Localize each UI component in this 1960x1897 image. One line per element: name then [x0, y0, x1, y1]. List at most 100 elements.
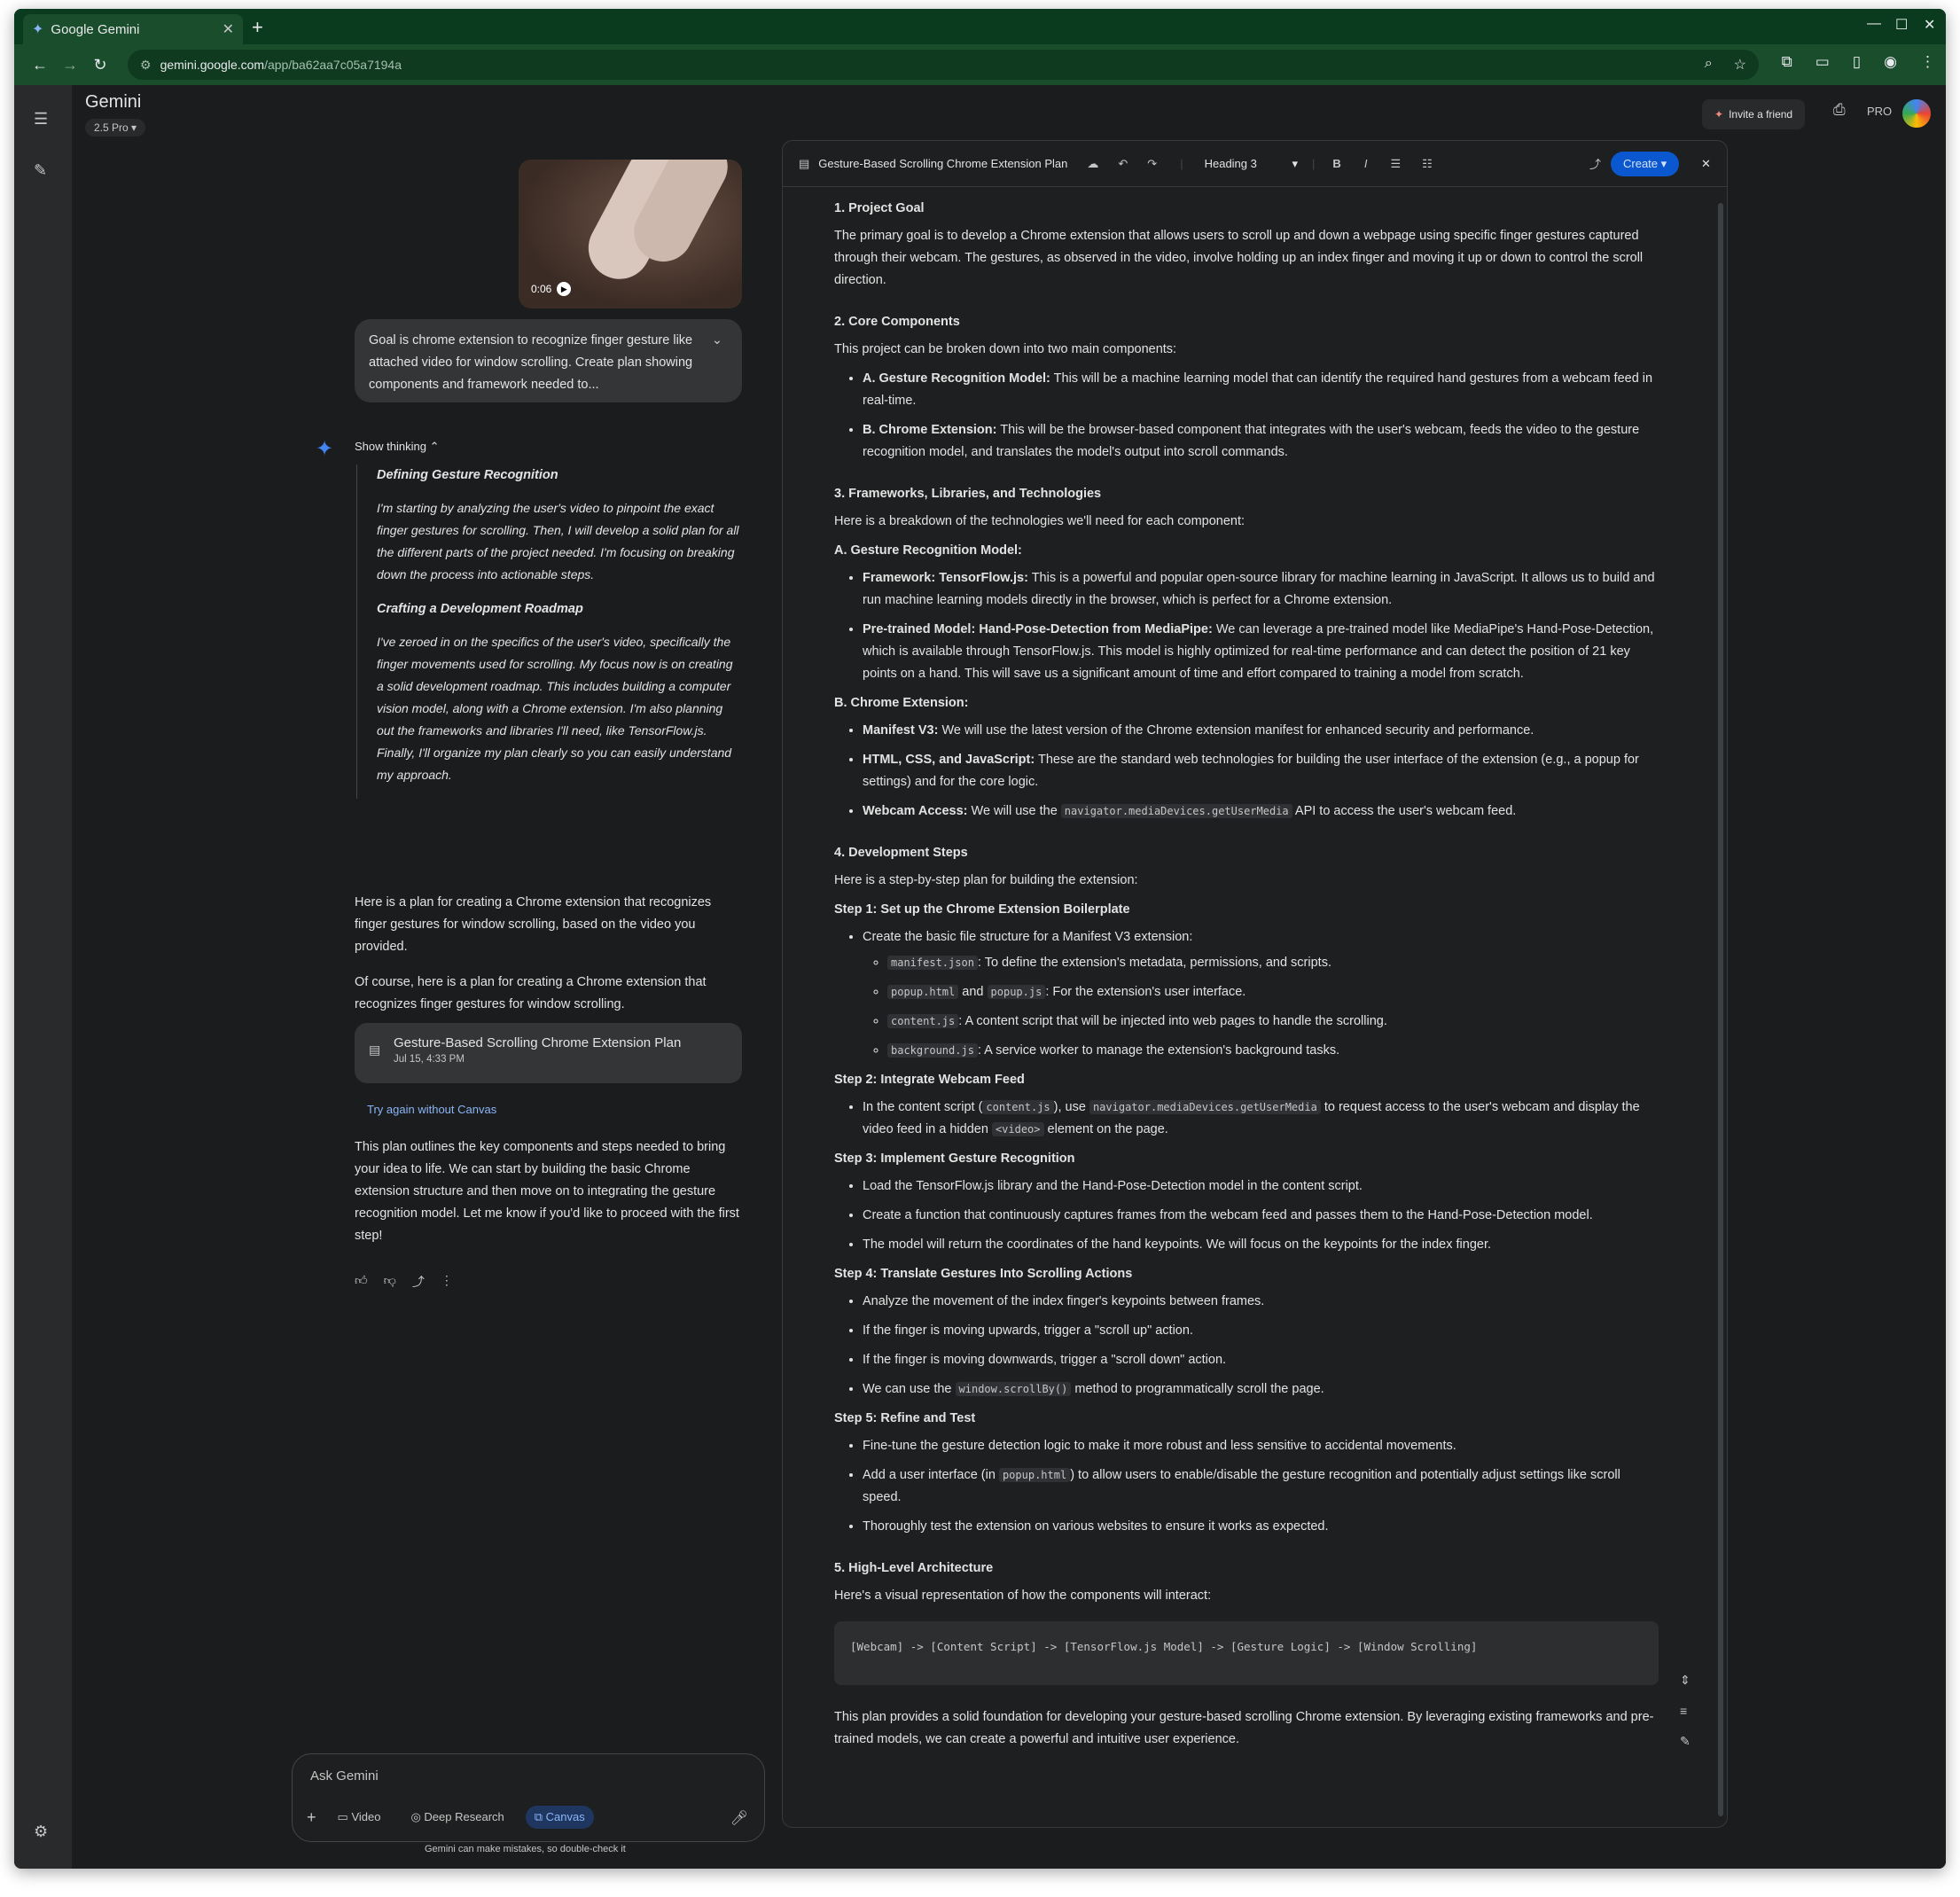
maximize-icon[interactable]: ☐ [1895, 16, 1908, 34]
video-tool-button[interactable]: ▭ Video [329, 1806, 390, 1829]
list-item: Thoroughly test the extension on various… [863, 1516, 1659, 1538]
cast-icon[interactable]: ▭ [1816, 53, 1830, 71]
text-style-select[interactable]: Heading 3 ▾ [1205, 157, 1298, 171]
invite-friend-button[interactable]: ✦ Invite a friend [1702, 99, 1806, 129]
list-item: If the finger is moving downwards, trigg… [863, 1349, 1659, 1371]
browser-menu-icon[interactable]: ⋮ [1920, 53, 1935, 71]
canvas-tool-button[interactable]: ⧉ Canvas [525, 1806, 594, 1829]
paragraph: The primary goal is to develop a Chrome … [834, 229, 1644, 287]
thinking-text: I'm starting by analyzing the user's vid… [377, 501, 739, 582]
list: Create the basic file structure for a Ma… [863, 926, 1659, 1062]
section-heading: 3. Frameworks, Libraries, and Technologi… [834, 487, 1102, 501]
gemini-app: ☰ ✎ ⚙ Gemini 2.5 Pro ▾ ✦ Invite a friend … [14, 85, 1946, 1869]
thinking-heading: Crafting a Development Roadmap [377, 602, 583, 616]
gemini-sparkle-icon: ✦ [316, 437, 334, 461]
scrollbar[interactable] [1718, 203, 1723, 1816]
list-item: B. Chrome Extension: This will be the br… [863, 419, 1659, 464]
browser-window: ✦ Google Gemini ✕ + — ☐ ✕ ← → ↻ ⚙ gemini… [14, 9, 1946, 1869]
url-host: gemini.google.com [160, 58, 265, 72]
bookmark-star-icon[interactable]: ☆ [1734, 56, 1746, 74]
settings-gear-icon[interactable]: ⚙ [34, 1823, 48, 1841]
bullet-list-icon[interactable]: ☰ [1390, 157, 1401, 171]
site-info-icon[interactable]: ⚙ [140, 58, 152, 73]
chevron-up-icon: ⌃ [429, 440, 440, 453]
forward-icon[interactable]: → [55, 56, 85, 74]
list: Fine-tune the gesture detection logic to… [863, 1435, 1659, 1538]
length-adjust-icon[interactable]: ⇕ [1680, 1673, 1691, 1688]
disclaimer: Gemini can make mistakes, so double-chec… [425, 1844, 626, 1854]
list-item: Create a function that continuously capt… [863, 1205, 1659, 1227]
reload-icon[interactable]: ↻ [85, 56, 115, 74]
list: Load the TensorFlow.js library and the H… [863, 1175, 1659, 1256]
share-icon[interactable]: ⤴ [412, 1273, 425, 1291]
undo-icon[interactable]: ↶ [1118, 157, 1128, 171]
canvas-side-tools: ⇕ ≡ ✎ [1680, 1673, 1691, 1749]
section-heading: 1. Project Goal [834, 201, 925, 215]
code-block: [Webcam] -> [Content Script] -> [TensorF… [834, 1621, 1659, 1685]
doc-card-date: Jul 15, 4:33 PM [394, 1054, 465, 1065]
tab-strip: ✦ Google Gemini ✕ + — ☐ ✕ [14, 9, 1946, 44]
numbered-list-icon[interactable]: ☷ [1422, 157, 1433, 171]
model-selector[interactable]: 2.5 Pro ▾ [85, 119, 146, 137]
model-label: 2.5 Pro [94, 121, 129, 134]
thumbs-up-icon[interactable]: 👍︎ [355, 1273, 368, 1291]
thumbs-down-icon[interactable]: 👎︎ [384, 1273, 396, 1291]
list: Framework: TensorFlow.js: This is a powe… [863, 567, 1659, 685]
expand-chevron-icon[interactable]: ⌄ [712, 330, 722, 352]
close-canvas-icon[interactable]: ✕ [1701, 157, 1711, 171]
share-icon[interactable]: ⤴ [1589, 155, 1601, 172]
create-button[interactable]: Create ▾ [1611, 152, 1680, 176]
chevron-down-icon: ▾ [131, 121, 137, 134]
profile-icon[interactable]: ◉ [1884, 53, 1897, 71]
redo-icon[interactable]: ↷ [1147, 157, 1157, 171]
menu-icon[interactable]: ☰ [34, 110, 48, 129]
more-options-icon[interactable]: ⋮ [441, 1273, 453, 1291]
subheading: A. Gesture Recognition Model: [834, 543, 1022, 558]
close-window-icon[interactable]: ✕ [1924, 16, 1935, 34]
list: A. Gesture Recognition Model: This will … [863, 368, 1659, 464]
address-bar[interactable]: ⚙ gemini.google.com/app/ba62aa7c05a7194a… [128, 50, 1759, 80]
thinking-text: I've zeroed in on the specifics of the u… [377, 635, 733, 782]
reading-mode-icon[interactable]: ▯ [1853, 53, 1861, 71]
back-icon[interactable]: ← [25, 56, 55, 74]
list: In the content script (content.js), use … [863, 1097, 1659, 1141]
user-query-bubble: Goal is chrome extension to recognize fi… [355, 319, 742, 402]
step-heading: Step 5: Refine and Test [834, 1411, 976, 1425]
new-tab-icon[interactable]: + [252, 16, 263, 39]
chevron-down-icon: ▾ [1660, 157, 1667, 170]
attached-video[interactable]: 0:06 ▶ [519, 160, 742, 308]
prompt-box[interactable]: Ask Gemini + ▭ Video ◎ Deep Research ⧉ C… [292, 1753, 765, 1842]
list-item: Create the basic file structure for a Ma… [863, 926, 1659, 1062]
document-icon: ▤ [799, 156, 810, 170]
suggest-edits-icon[interactable]: ✎ [1680, 1734, 1691, 1749]
bold-icon[interactable]: B [1332, 157, 1340, 170]
show-thinking-toggle[interactable]: Show thinking ⌃ [355, 440, 439, 454]
cloud-save-icon[interactable]: ☁ [1087, 157, 1098, 171]
add-icon[interactable]: + [307, 1808, 316, 1827]
list-item: Add a user interface (in popup.html) to … [863, 1464, 1659, 1509]
italic-icon[interactable]: I [1364, 157, 1368, 170]
paragraph: This project can be broken down into two… [834, 342, 1177, 356]
edit-tools-icon[interactable]: ≡ [1680, 1704, 1691, 1718]
canvas-title: Gesture-Based Scrolling Chrome Extension… [818, 157, 1068, 170]
step-heading: Step 1: Set up the Chrome Extension Boil… [834, 902, 1130, 917]
tab-title: Google Gemini [51, 21, 140, 37]
new-chat-icon[interactable]: ✎ [34, 161, 47, 180]
video-icon: ▭ [337, 1810, 348, 1823]
try-again-link[interactable]: Try again without Canvas [367, 1103, 496, 1116]
play-icon[interactable]: ▶ [557, 282, 572, 296]
mic-icon[interactable]: 🎤︎ [730, 1809, 748, 1827]
canvas-panel: ▤ Gesture-Based Scrolling Chrome Extensi… [782, 140, 1728, 1828]
zoom-icon[interactable]: ⌕ [1705, 56, 1713, 74]
extensions-icon[interactable]: ⧉ [1782, 53, 1792, 71]
canvas-doc-card[interactable]: ▤ Gesture-Based Scrolling Chrome Extensi… [355, 1023, 742, 1083]
close-tab-icon[interactable]: ✕ [223, 20, 234, 38]
minimize-icon[interactable]: — [1867, 16, 1881, 32]
print-icon[interactable]: ⎙ [1833, 101, 1846, 119]
deep-research-button[interactable]: ◎ Deep Research [402, 1806, 512, 1829]
list-item: popup.html and popup.js: For the extensi… [887, 981, 1659, 1003]
avatar[interactable] [1901, 98, 1933, 129]
doc-card-title: Gesture-Based Scrolling Chrome Extension… [394, 1035, 682, 1050]
prompt-placeholder: Ask Gemini [310, 1768, 379, 1784]
browser-tab[interactable]: ✦ Google Gemini ✕ [23, 14, 243, 44]
